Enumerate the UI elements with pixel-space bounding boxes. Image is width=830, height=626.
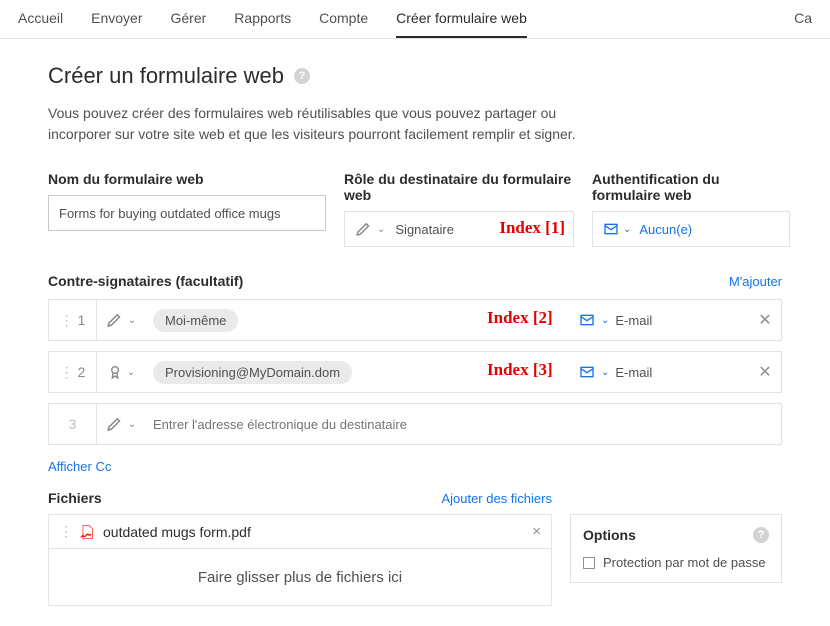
help-icon[interactable]: ? <box>753 527 769 543</box>
countersigner-row-2: ⋮ 2 ⌄ Provisioning@MyDomain.dom Index [3… <box>48 351 782 393</box>
nav-rapports[interactable]: Rapports <box>234 10 291 38</box>
row-number: 3 <box>69 416 77 432</box>
annotation-index-3: Index [3] <box>487 360 553 380</box>
drag-handle-icon[interactable]: ⋮ <box>60 312 72 329</box>
row-number: 1 <box>78 312 86 328</box>
auth-select[interactable]: ⌄ Aucun(e) <box>592 211 790 247</box>
file-row: ⋮ outdated mugs form.pdf × <box>49 515 551 549</box>
mail-icon <box>579 312 595 328</box>
annotation-index-1: Index [1] <box>499 218 565 238</box>
chevron-down-icon: ⌄ <box>601 315 609 326</box>
row-number: 2 <box>78 364 86 380</box>
drag-handle-icon[interactable]: ⋮ <box>59 523 71 540</box>
password-protect-label: Protection par mot de passe <box>603 555 766 570</box>
recipient-email-input[interactable] <box>145 417 781 432</box>
mail-icon: ⌄ <box>603 221 631 237</box>
nav-creer-formulaire[interactable]: Créer formulaire web <box>396 10 527 38</box>
recipient-role-select[interactable]: ⌄ Signataire Index [1] <box>344 211 574 247</box>
nav-gerer[interactable]: Gérer <box>171 10 207 38</box>
recipient-chip[interactable]: Moi-même <box>153 309 238 332</box>
remove-row-button[interactable]: ✕ <box>749 310 781 330</box>
form-name-input[interactable] <box>48 195 326 231</box>
countersigner-row-3: 3 ⌄ <box>48 403 782 445</box>
options-title: Options <box>583 527 636 543</box>
pen-icon: ⌄ <box>355 220 385 238</box>
nav-right-truncated[interactable]: Ca <box>794 10 812 38</box>
page-description: Vous pouvez créer des formulaires web ré… <box>48 103 578 145</box>
row-role-select[interactable]: ⌄ <box>97 364 145 380</box>
chevron-down-icon: ⌄ <box>601 367 609 378</box>
files-box: ⋮ outdated mugs form.pdf × Faire glisser… <box>48 514 552 606</box>
row-role-select[interactable]: ⌄ <box>97 311 145 329</box>
recipient-role-label: Rôle du destinataire du formulaire web <box>344 171 574 203</box>
show-cc-link[interactable]: Afficher Cc <box>48 459 782 474</box>
files-label: Fichiers <box>48 490 102 506</box>
auth-label: Authentification du formulaire web <box>592 171 790 203</box>
options-panel: Options ? Protection par mot de passe <box>570 514 782 583</box>
row-auth-value: E-mail <box>615 313 652 328</box>
recipient-chip[interactable]: Provisioning@MyDomain.dom <box>153 361 352 384</box>
chevron-down-icon: ⌄ <box>127 367 135 378</box>
add-files-link[interactable]: Ajouter des fichiers <box>441 491 552 506</box>
top-nav: Accueil Envoyer Gérer Rapports Compte Cr… <box>0 0 830 39</box>
pen-icon <box>106 415 124 433</box>
chevron-down-icon: ⌄ <box>377 224 385 235</box>
pdf-icon <box>79 524 95 540</box>
drag-handle-icon[interactable]: ⋮ <box>60 364 72 381</box>
mail-icon <box>579 364 595 380</box>
annotation-index-2: Index [2] <box>487 308 553 328</box>
countersigner-row-1: ⋮ 1 ⌄ Moi-même Index [2] ⌄ E-mail ✕ <box>48 299 782 341</box>
page-title: Créer un formulaire web ? <box>48 63 782 89</box>
chevron-down-icon: ⌄ <box>128 419 136 430</box>
help-icon[interactable]: ? <box>294 68 310 84</box>
nav-accueil[interactable]: Accueil <box>18 10 63 38</box>
password-protect-checkbox[interactable] <box>583 557 595 569</box>
row-auth-value: E-mail <box>615 365 652 380</box>
row-role-select[interactable]: ⌄ <box>97 415 145 433</box>
file-name: outdated mugs form.pdf <box>103 524 251 540</box>
file-dropzone[interactable]: Faire glisser plus de fichiers ici <box>49 549 551 605</box>
nav-compte[interactable]: Compte <box>319 10 368 38</box>
role-value: Signataire <box>395 222 454 237</box>
form-name-label: Nom du formulaire web <box>48 171 326 187</box>
pen-icon <box>106 311 124 329</box>
badge-icon <box>107 364 123 380</box>
nav-envoyer[interactable]: Envoyer <box>91 10 142 38</box>
add-me-link[interactable]: M'ajouter <box>729 274 782 289</box>
row-auth-select[interactable]: ⌄ E-mail <box>579 364 749 380</box>
auth-value: Aucun(e) <box>639 222 692 237</box>
remove-row-button[interactable]: ✕ <box>749 362 781 382</box>
page-title-text: Créer un formulaire web <box>48 63 284 89</box>
countersigners-label: Contre-signataires (facultatif) <box>48 273 243 289</box>
chevron-down-icon: ⌄ <box>623 224 631 235</box>
remove-file-button[interactable]: × <box>532 523 541 540</box>
chevron-down-icon: ⌄ <box>128 315 136 326</box>
row-auth-select[interactable]: ⌄ E-mail <box>579 312 749 328</box>
